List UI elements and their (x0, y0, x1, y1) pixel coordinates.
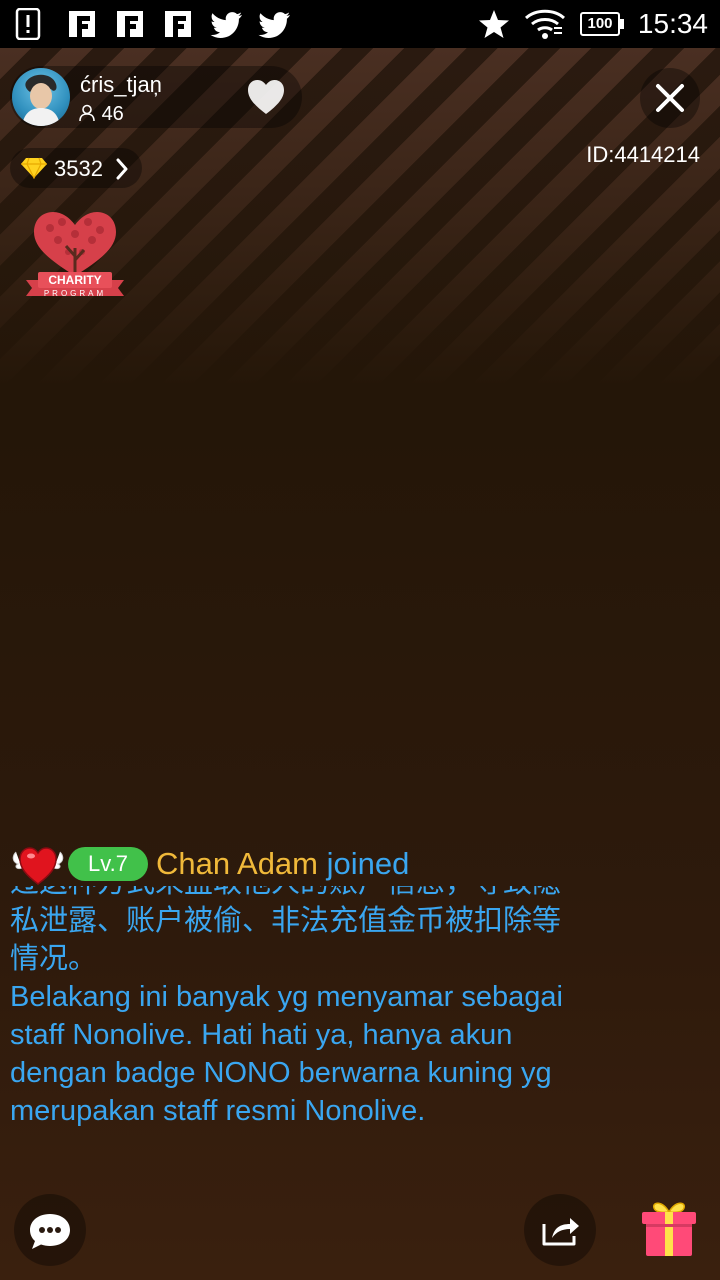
charity-title: CHARITY (48, 273, 102, 287)
battery-tip (620, 19, 624, 29)
twitter-icon (258, 12, 290, 38)
share-icon (542, 1218, 579, 1246)
wifi-icon (524, 9, 566, 39)
clock: 15:34 (637, 8, 708, 39)
star-icon (479, 10, 509, 38)
chat-list: 过这种方式来盗取他人的账户信息，导致隐 私泄露、账户被偷、非法充值金币被扣除等情… (10, 886, 570, 1130)
comment-button[interactable] (14, 1194, 86, 1266)
flipboard-icon (69, 11, 95, 37)
chat-bubble-icon (30, 1214, 70, 1249)
host-name: ćris_tjaņ (80, 72, 162, 97)
join-notice: Lv.7 Chan Adam joined (10, 842, 710, 886)
flipboard-icon (165, 11, 191, 37)
gift-icon[interactable] (638, 1198, 700, 1258)
close-icon (656, 84, 684, 112)
share-button[interactable] (524, 1194, 596, 1266)
avatar[interactable] (12, 68, 70, 126)
person-icon (79, 104, 95, 122)
twitter-icon (210, 12, 242, 38)
follow-heart-icon[interactable] (246, 78, 286, 116)
status-bar: 100 15:34 (0, 0, 720, 48)
chat-area[interactable]: 过这种方式来盗取他人的账户信息，导致隐 私泄露、账户被偷、非法充值金币被扣除等情… (10, 886, 570, 1182)
charity-program-badge[interactable]: CHARITY PROGRAM (20, 208, 130, 308)
joined-user-name[interactable]: Chan Adam (156, 846, 318, 881)
chat-message-cut-line: 过这种方式来盗取他人的账户信息，导致隐 (10, 886, 570, 902)
joined-action: joined (326, 846, 410, 881)
chat-message-chinese: 私泄露、账户被偷、非法充值金币被扣除等情况。 (10, 905, 562, 975)
chat-message-indonesian: Belakang ini banyak yg menyamar sebagai … (10, 981, 563, 1127)
avatar-portrait-icon (22, 74, 60, 126)
battery-icon: 100 (580, 12, 620, 36)
charity-subtitle: PROGRAM (43, 289, 107, 298)
winged-heart-icon (12, 847, 64, 885)
room-id: ID:4414214 (586, 142, 700, 167)
flipboard-icon (117, 11, 143, 37)
diamond-count: 3532 (54, 156, 103, 181)
level-badge: Lv.7 (68, 847, 148, 881)
chevron-right-icon (116, 158, 128, 180)
diamond-icon (21, 157, 47, 179)
close-button[interactable] (640, 68, 700, 128)
join-message: Chan Adam joined (156, 846, 409, 882)
alert-icon (15, 8, 41, 40)
viewer-count-value: 46 (101, 103, 124, 125)
battery-level: 100 (587, 15, 613, 32)
viewer-count: 46 (78, 103, 124, 126)
